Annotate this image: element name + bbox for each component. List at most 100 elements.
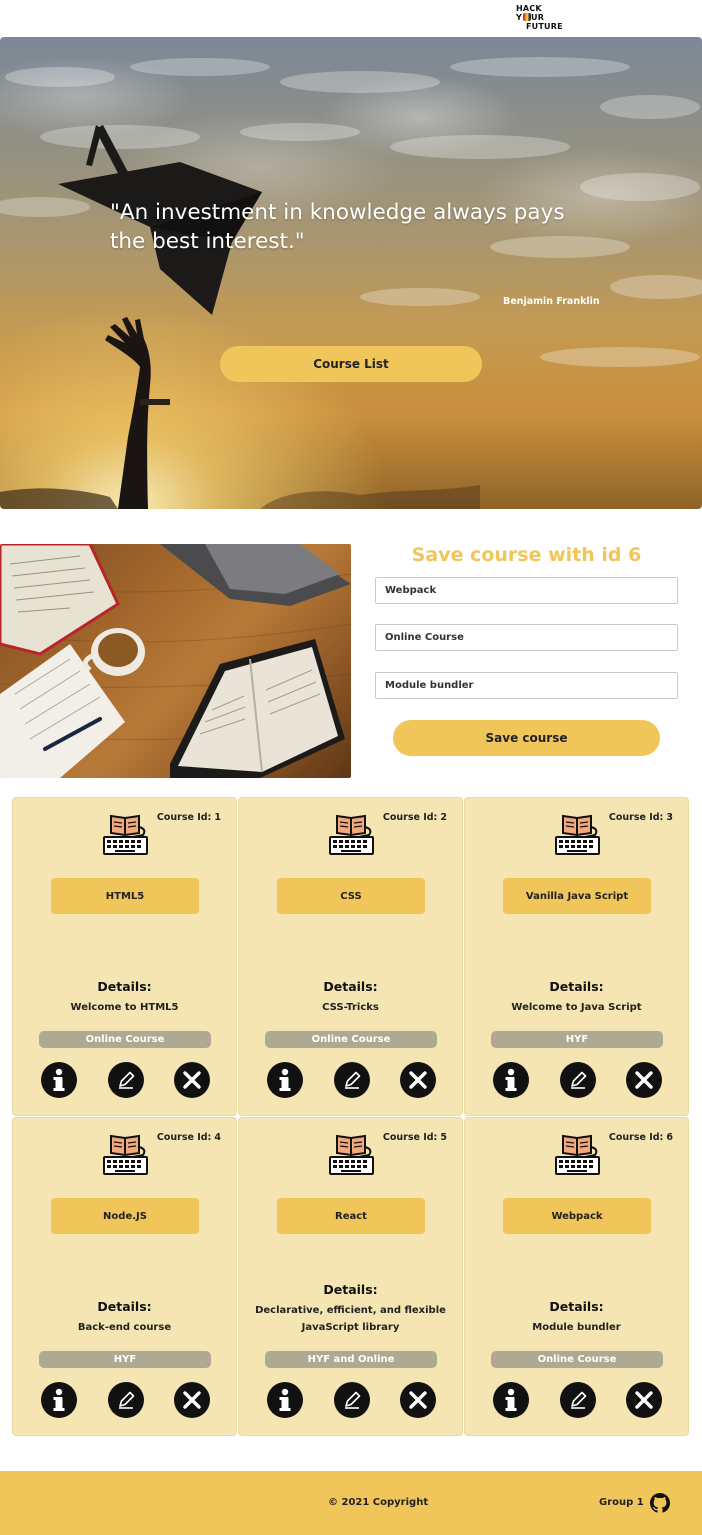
course-details: Details: CSS-Tricks bbox=[239, 979, 462, 1016]
course-id: Course Id: 4 bbox=[157, 1132, 221, 1143]
details-heading: Details: bbox=[323, 979, 378, 994]
edit-button[interactable] bbox=[560, 1382, 596, 1418]
book-keyboard-icon bbox=[329, 814, 374, 855]
course-card: Course Id: 5 React Details: Declarative, … bbox=[238, 1117, 463, 1436]
course-name-button[interactable]: Node.JS bbox=[51, 1198, 199, 1234]
course-name-button[interactable]: React bbox=[277, 1198, 425, 1234]
details-heading: Details: bbox=[323, 1282, 378, 1297]
course-id-label: Course Id: bbox=[608, 812, 664, 823]
close-icon bbox=[635, 1391, 653, 1409]
course-id-value: 4 bbox=[214, 1132, 221, 1143]
details-heading: Details: bbox=[549, 979, 604, 994]
pencil-icon bbox=[119, 1071, 135, 1089]
book-keyboard-icon bbox=[555, 1134, 600, 1175]
course-id-label: Course Id: bbox=[608, 1132, 664, 1143]
close-icon bbox=[635, 1071, 653, 1089]
course-id-value: 6 bbox=[666, 1132, 673, 1143]
course-type-badge: Online Course bbox=[39, 1031, 211, 1048]
course-id-value: 3 bbox=[666, 812, 673, 823]
study-desk-illustration bbox=[0, 544, 351, 778]
pencil-icon bbox=[345, 1391, 361, 1409]
course-type-input[interactable] bbox=[375, 624, 678, 651]
course-name-button[interactable]: CSS bbox=[277, 878, 425, 914]
course-description: Back-end course bbox=[77, 1322, 172, 1333]
delete-button[interactable] bbox=[174, 1062, 210, 1098]
course-card: Course Id: 2 CSS Details: CSS-Tricks Onli… bbox=[238, 797, 463, 1116]
info-button[interactable] bbox=[41, 1062, 77, 1098]
save-course-button[interactable]: Save course bbox=[393, 720, 660, 756]
copyright-text: © 2021 Copyright bbox=[328, 1497, 429, 1508]
course-card: Course Id: 4 Node.JS Details: Back-end co… bbox=[12, 1117, 237, 1436]
course-type-badge: HYF bbox=[491, 1031, 663, 1048]
edit-button[interactable] bbox=[560, 1062, 596, 1098]
course-list-button[interactable]: Course List bbox=[220, 346, 482, 382]
info-button[interactable] bbox=[493, 1062, 529, 1098]
delete-button[interactable] bbox=[174, 1382, 210, 1418]
course-description-input[interactable] bbox=[375, 672, 678, 699]
course-id: Course Id: 1 bbox=[157, 812, 221, 823]
info-icon bbox=[53, 1068, 65, 1091]
course-id: Course Id: 6 bbox=[609, 1132, 673, 1143]
info-icon bbox=[505, 1388, 517, 1411]
course-id: Course Id: 2 bbox=[383, 812, 447, 823]
delete-button[interactable] bbox=[626, 1062, 662, 1098]
save-course-title: Save course with id 6 bbox=[411, 544, 642, 566]
course-name-input[interactable] bbox=[375, 577, 678, 604]
logo-line-3: FUTURE bbox=[526, 22, 563, 31]
book-keyboard-icon bbox=[329, 1134, 374, 1175]
edit-button[interactable] bbox=[334, 1062, 370, 1098]
course-id-value: 2 bbox=[440, 812, 447, 823]
github-icon[interactable] bbox=[650, 1493, 670, 1513]
course-type-badge: Online Course bbox=[491, 1351, 663, 1368]
details-heading: Details: bbox=[549, 1299, 604, 1314]
course-type-badge: HYF and Online bbox=[265, 1351, 437, 1368]
course-name-button[interactable]: Webpack bbox=[503, 1198, 651, 1234]
course-name-button[interactable]: HTML5 bbox=[51, 878, 199, 914]
logo-line-2: Y UR bbox=[516, 13, 576, 22]
group-label: Group 1 bbox=[599, 1497, 644, 1508]
course-details: Details: Declarative, efficient, and fle… bbox=[239, 1282, 462, 1336]
study-desk-photo bbox=[0, 544, 351, 778]
edit-button[interactable] bbox=[108, 1062, 144, 1098]
logo-letters-ur: UR bbox=[531, 13, 545, 22]
course-details: Details: Back-end course bbox=[13, 1299, 236, 1336]
book-keyboard-icon bbox=[555, 814, 600, 855]
info-icon bbox=[505, 1068, 517, 1091]
logo-letter-y: Y bbox=[516, 13, 522, 22]
course-type-badge: Online Course bbox=[265, 1031, 437, 1048]
close-icon bbox=[183, 1391, 201, 1409]
course-card: Course Id: 1 HTML5 Details: Welcome to HT… bbox=[12, 797, 237, 1116]
info-icon bbox=[279, 1388, 291, 1411]
pencil-icon bbox=[571, 1391, 587, 1409]
info-button[interactable] bbox=[267, 1382, 303, 1418]
info-button[interactable] bbox=[493, 1382, 529, 1418]
course-description: Declarative, efficient, and flexible Jav… bbox=[255, 1305, 446, 1333]
edit-button[interactable] bbox=[334, 1382, 370, 1418]
edit-button[interactable] bbox=[108, 1382, 144, 1418]
course-id-value: 1 bbox=[214, 812, 221, 823]
course-id: Course Id: 3 bbox=[609, 812, 673, 823]
delete-button[interactable] bbox=[626, 1382, 662, 1418]
delete-button[interactable] bbox=[400, 1382, 436, 1418]
hyf-logo[interactable]: HACK Y UR FUTURE bbox=[516, 4, 576, 31]
course-id-label: Course Id: bbox=[382, 1132, 438, 1143]
course-description: Welcome to HTML5 bbox=[70, 1002, 179, 1013]
info-icon bbox=[279, 1068, 291, 1091]
delete-button[interactable] bbox=[400, 1062, 436, 1098]
info-button[interactable] bbox=[41, 1382, 77, 1418]
course-details: Details: Welcome to HTML5 bbox=[13, 979, 236, 1016]
pencil-icon bbox=[571, 1071, 587, 1089]
info-button[interactable] bbox=[267, 1062, 303, 1098]
book-keyboard-icon bbox=[103, 814, 148, 855]
graduation-cap-photo bbox=[0, 57, 702, 509]
book-keyboard-icon bbox=[103, 1134, 148, 1175]
course-id-label: Course Id: bbox=[156, 1132, 212, 1143]
close-icon bbox=[409, 1391, 427, 1409]
course-card: Course Id: 6 Webpack Details: Module bund… bbox=[464, 1117, 689, 1436]
header: HACK Y UR FUTURE bbox=[0, 0, 702, 37]
hero-quote: "An investment in knowledge always pays … bbox=[110, 200, 565, 254]
quote-author: Benjamin Franklin bbox=[503, 296, 600, 307]
course-description: Module bundler bbox=[532, 1322, 621, 1333]
course-name-button[interactable]: Vanilla Java Script bbox=[503, 878, 651, 914]
course-id-label: Course Id: bbox=[156, 812, 212, 823]
